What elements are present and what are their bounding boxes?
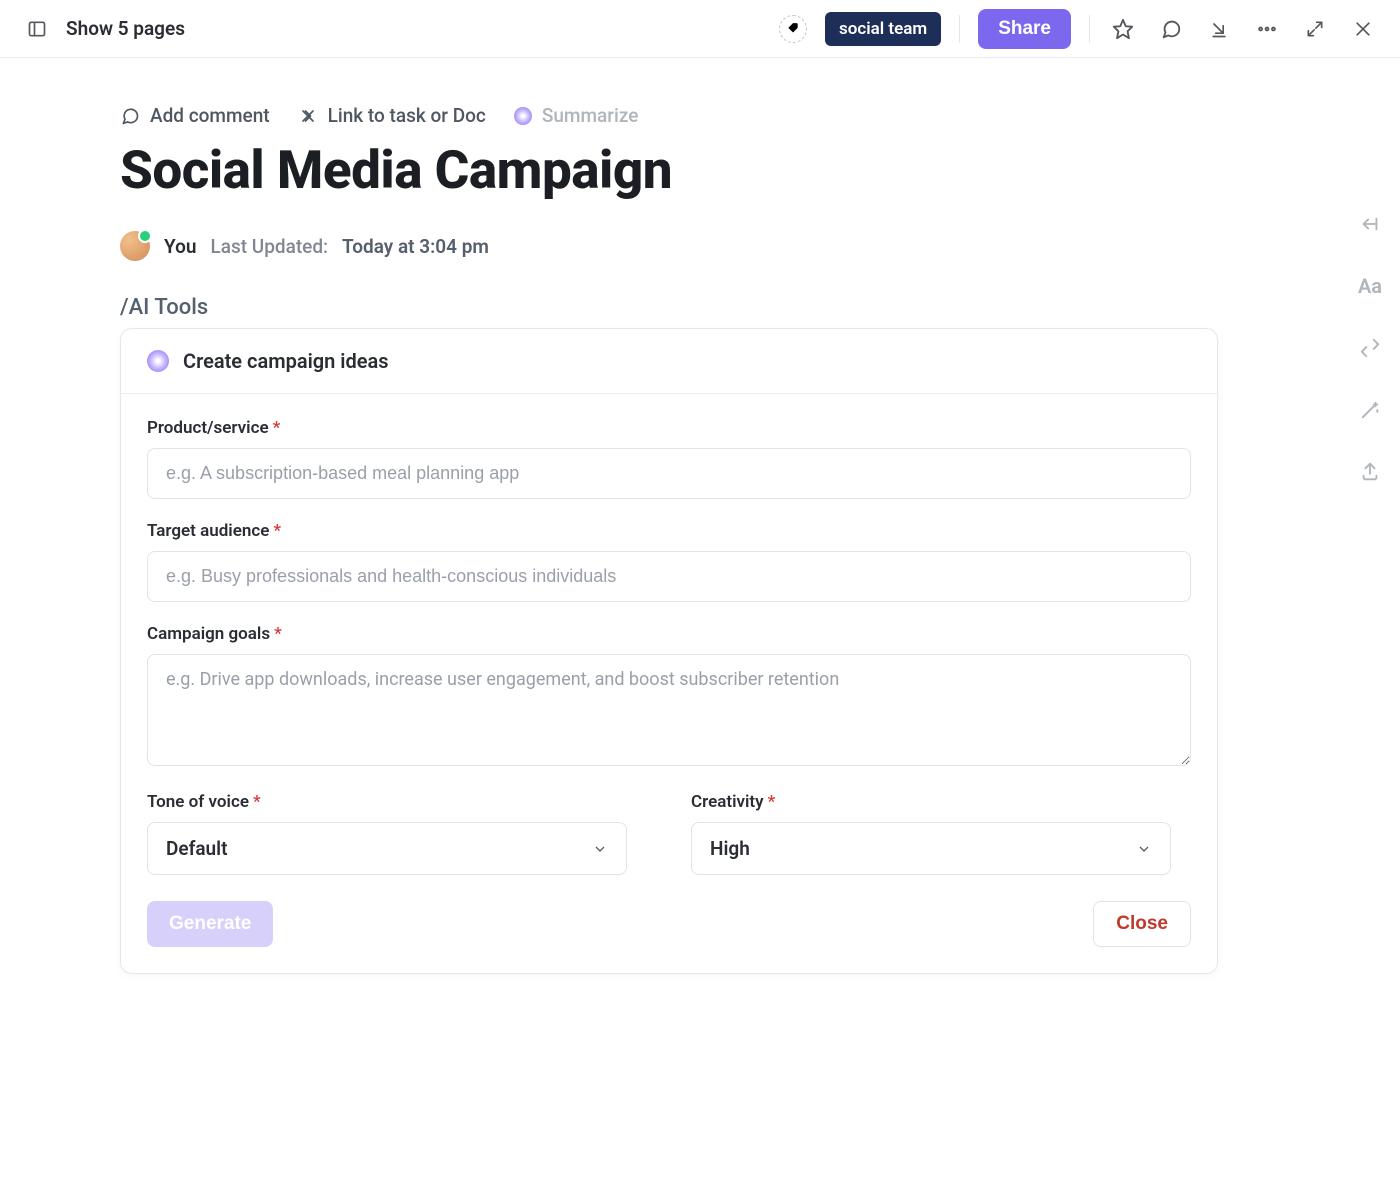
required-mark: * <box>253 792 261 812</box>
link-task-label: Link to task or Doc <box>328 104 486 127</box>
close-icon[interactable] <box>1348 14 1378 44</box>
team-badge[interactable]: social team <box>825 12 941 46</box>
chevron-down-icon <box>1136 841 1152 857</box>
summarize-button[interactable]: Summarize <box>514 104 639 127</box>
add-comment-button[interactable]: Add comment <box>120 104 270 127</box>
card-title: Create campaign ideas <box>183 349 389 373</box>
tone-label: Tone of voice* <box>147 792 647 812</box>
ai-orb-icon <box>514 107 532 125</box>
audience-field: Target audience* <box>147 521 1191 602</box>
product-label-text: Product/service <box>147 418 269 438</box>
required-mark: * <box>273 521 281 541</box>
generate-button[interactable]: Generate <box>147 901 273 947</box>
required-mark: * <box>768 792 776 812</box>
separator <box>1089 15 1090 43</box>
download-icon[interactable] <box>1204 14 1234 44</box>
goals-field: Campaign goals* <box>147 624 1191 770</box>
star-icon[interactable] <box>1108 14 1138 44</box>
link-task-button[interactable]: Link to task or Doc <box>298 104 486 127</box>
goals-input[interactable] <box>147 654 1191 766</box>
add-comment-label: Add comment <box>150 104 270 127</box>
creativity-field: Creativity* High <box>691 792 1191 875</box>
select-row: Tone of voice* Default Creativity* High <box>147 792 1191 875</box>
tone-select[interactable]: Default <box>147 822 627 875</box>
goals-label-text: Campaign goals <box>147 624 270 644</box>
top-bar: Show 5 pages social team Share <box>0 0 1400 58</box>
audience-label-text: Target audience <box>147 521 269 541</box>
tone-select-value: Default <box>166 837 227 860</box>
doc-actions: Add comment Link to task or Doc Summariz… <box>120 104 1280 127</box>
tone-label-text: Tone of voice <box>147 792 249 812</box>
separator <box>959 15 960 43</box>
tag-icon[interactable] <box>779 15 807 43</box>
page-title: Social Media Campaign <box>120 139 1280 201</box>
audience-input[interactable] <box>147 551 1191 602</box>
card-header: Create campaign ideas <box>121 329 1217 394</box>
expand-icon[interactable] <box>1300 14 1330 44</box>
byline: You Last Updated: Today at 3:04 pm <box>120 231 1280 261</box>
creativity-select-value: High <box>710 837 750 860</box>
creativity-label: Creativity* <box>691 792 1191 812</box>
goals-label: Campaign goals* <box>147 624 1191 644</box>
topbar-right: social team Share <box>779 9 1378 49</box>
creativity-select[interactable]: High <box>691 822 1171 875</box>
close-button[interactable]: Close <box>1093 901 1191 947</box>
panel-toggle-icon[interactable] <box>22 14 52 44</box>
product-input[interactable] <box>147 448 1191 499</box>
share-button[interactable]: Share <box>978 9 1071 49</box>
required-mark: * <box>274 624 282 644</box>
audience-label: Target audience* <box>147 521 1191 541</box>
page-content: Add comment Link to task or Doc Summariz… <box>0 58 1400 1014</box>
ai-tool-card: Create campaign ideas Product/service* T… <box>120 328 1218 974</box>
show-pages-button[interactable]: Show 5 pages <box>66 17 185 40</box>
author-name: You <box>164 235 196 258</box>
card-body: Product/service* Target audience* Campai… <box>121 394 1217 973</box>
product-field: Product/service* <box>147 418 1191 499</box>
topbar-left: Show 5 pages <box>22 14 185 44</box>
last-updated-label: Last Updated: <box>210 235 328 258</box>
last-updated-value: Today at 3:04 pm <box>342 235 489 258</box>
card-footer: Generate Close <box>147 895 1191 947</box>
summarize-label: Summarize <box>542 104 639 127</box>
tone-field: Tone of voice* Default <box>147 792 647 875</box>
comment-icon[interactable] <box>1156 14 1186 44</box>
chevron-down-icon <box>592 841 608 857</box>
required-mark: * <box>273 418 281 438</box>
creativity-label-text: Creativity <box>691 792 764 812</box>
slash-command-text: /AI Tools <box>120 295 1280 320</box>
ai-orb-icon <box>147 350 169 372</box>
more-icon[interactable] <box>1252 14 1282 44</box>
avatar[interactable] <box>120 231 150 261</box>
product-label: Product/service* <box>147 418 1191 438</box>
